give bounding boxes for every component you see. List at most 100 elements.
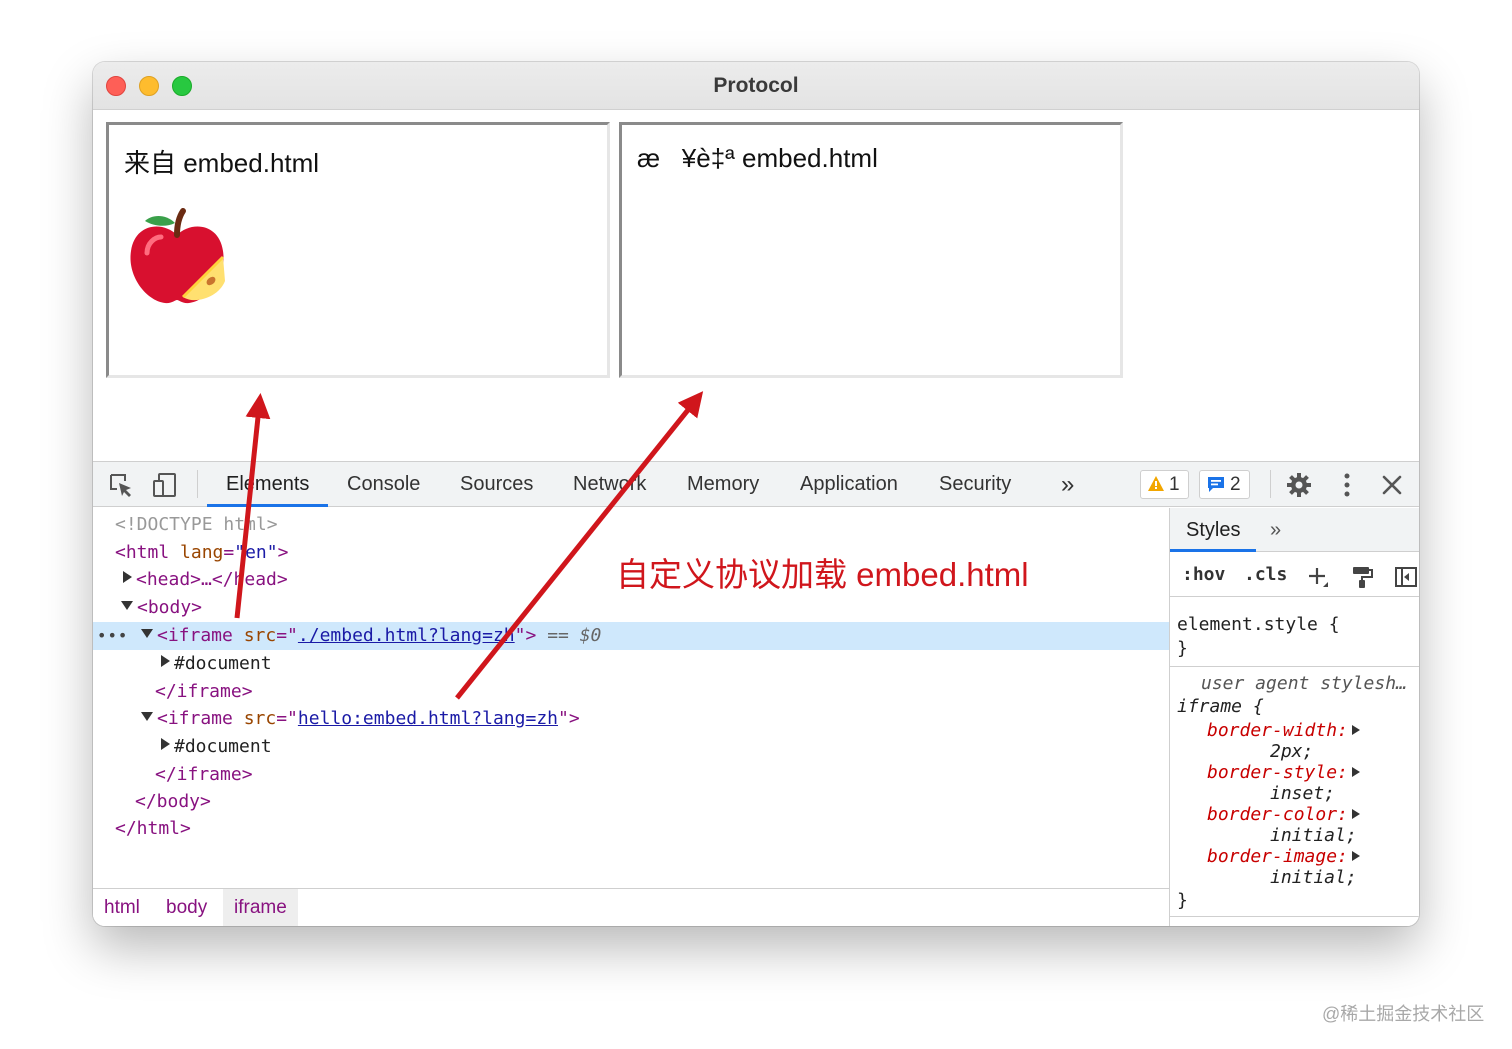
- iframe-close-tag: </iframe>: [155, 681, 253, 702]
- iframe-relative-embed: 来自 embed.html: [106, 122, 610, 378]
- dom-body-open[interactable]: <body>: [93, 594, 1169, 622]
- dom-iframe-2-close[interactable]: </iframe>: [93, 761, 1169, 789]
- value-border-style: inset;: [1270, 783, 1336, 804]
- breadcrumb-iframe[interactable]: iframe: [223, 889, 298, 926]
- tab-styles[interactable]: Styles: [1170, 508, 1257, 552]
- prop-name: border-image:: [1207, 846, 1348, 867]
- iframe-1-text: 来自 embed.html: [124, 148, 320, 178]
- expand-arrow-icon[interactable]: [161, 655, 170, 667]
- page-content: 来自 embed.html æ ¥è‡ª embed.html: [93, 110, 1419, 461]
- iframe-2-text: æ ¥è‡ª embed.html: [637, 143, 878, 173]
- styles-more-button[interactable]: »: [1270, 519, 1281, 542]
- title-bar: Protocol: [93, 62, 1419, 110]
- dom-html-close[interactable]: </html>: [93, 815, 1169, 843]
- expand-arrow-icon[interactable]: [161, 738, 170, 750]
- prop-name: border-style:: [1207, 762, 1348, 783]
- dom-iframe-2[interactable]: <iframe src="hello:embed.html?lang=zh">: [93, 705, 1169, 733]
- dom-doctype[interactable]: <!DOCTYPE html>: [93, 511, 1169, 539]
- document-node: #document: [174, 736, 272, 757]
- tab-memory[interactable]: Memory: [668, 462, 778, 507]
- tab-sources[interactable]: Sources: [441, 462, 552, 507]
- more-tabs-button[interactable]: »: [1042, 462, 1093, 507]
- iframe-tag: <iframe: [157, 625, 233, 646]
- breadcrumb-html[interactable]: html: [93, 889, 151, 926]
- expand-arrow-icon[interactable]: [123, 571, 132, 583]
- value-border-image: initial;: [1270, 867, 1357, 888]
- iframe-close-tag: </iframe>: [155, 764, 253, 785]
- tab-network[interactable]: Network: [554, 462, 665, 507]
- html-tag: <html: [115, 542, 170, 563]
- messages-badge[interactable]: 2: [1199, 470, 1250, 499]
- window-title: Protocol: [713, 74, 799, 97]
- lang-attr: lang: [180, 542, 224, 563]
- watermark: @稀土掘金技术社区: [1322, 1004, 1485, 1024]
- dom-document-2[interactable]: #document: [93, 733, 1169, 761]
- iframe-1-src-link[interactable]: ./embed.html?lang=zh: [298, 625, 515, 646]
- device-toolbar-icon[interactable]: [151, 471, 179, 499]
- html-close-tag: </html>: [115, 818, 191, 839]
- collapse-arrow-icon[interactable]: [121, 601, 133, 610]
- add-rule-icon[interactable]: [1306, 565, 1328, 587]
- hover-state-button[interactable]: :hov: [1182, 564, 1225, 585]
- expand-arrow-icon[interactable]: [1351, 767, 1360, 777]
- warnings-badge[interactable]: 1: [1140, 470, 1189, 499]
- rule-close-brace: }: [1177, 638, 1188, 659]
- settings-gear-icon[interactable]: [1285, 471, 1313, 499]
- inspect-element-icon[interactable]: [107, 471, 135, 499]
- iframe-tag: <iframe: [157, 708, 233, 729]
- expand-arrow-icon[interactable]: [1351, 809, 1360, 819]
- tab-elements[interactable]: Elements: [207, 462, 329, 507]
- src-attr: src: [243, 625, 277, 646]
- dom-body-close[interactable]: </body>: [93, 788, 1169, 816]
- dom-iframe-1-close[interactable]: </iframe>: [93, 678, 1169, 706]
- rule-border-style[interactable]: border-style:: [1207, 762, 1360, 783]
- tab-console[interactable]: Console: [328, 462, 439, 507]
- value-border-color: initial;: [1270, 825, 1357, 846]
- messages-count: 2: [1230, 474, 1241, 495]
- iframe-tag-end: ">: [558, 708, 580, 729]
- warnings-count: 1: [1169, 474, 1180, 495]
- rule-border-width[interactable]: border-width:: [1207, 720, 1360, 741]
- prop-name: border-width:: [1207, 720, 1348, 741]
- rule-border-color[interactable]: border-color:: [1207, 804, 1360, 825]
- head-tag: <head>…</head>: [136, 569, 288, 590]
- collapse-arrow-icon[interactable]: [141, 629, 153, 638]
- devtools-toolbar: Elements Console Sources Network Memory …: [93, 462, 1419, 507]
- iframe-2-src-link[interactable]: hello:embed.html?lang=zh: [298, 708, 558, 729]
- toolbar-divider: [197, 470, 198, 498]
- apple-icon: [130, 208, 225, 304]
- dom-iframe-1-selected[interactable]: ••• <iframe src="./embed.html?lang=zh"> =…: [93, 622, 1169, 650]
- warning-icon: [1148, 476, 1164, 491]
- node-actions-icon[interactable]: •••: [97, 622, 128, 650]
- body-close-tag: </body>: [135, 791, 211, 812]
- tab-security[interactable]: Security: [920, 462, 1030, 507]
- rule-divider: [1170, 666, 1419, 667]
- element-style-rule[interactable]: element.style {: [1177, 614, 1340, 635]
- annotation-label: 自定义协议加载 embed.html: [616, 556, 1029, 593]
- breadcrumb-body[interactable]: body: [155, 889, 218, 926]
- html-tag-end: >: [277, 542, 289, 563]
- expand-arrow-icon[interactable]: [1351, 851, 1360, 861]
- message-icon: [1208, 477, 1224, 492]
- styles-toolbar: :hov .cls: [1170, 553, 1419, 597]
- document-node: #document: [174, 653, 272, 674]
- rule-close-brace: }: [1177, 890, 1188, 911]
- rule-border-image[interactable]: border-image:: [1207, 846, 1360, 867]
- tab-application[interactable]: Application: [781, 462, 917, 507]
- toggle-sidebar-icon[interactable]: [1394, 565, 1418, 589]
- lang-value: "en": [234, 542, 278, 563]
- more-options-icon[interactable]: [1333, 471, 1361, 499]
- devtools-panel: Elements Console Sources Network Memory …: [93, 461, 1419, 926]
- iframe-selector: iframe {: [1177, 696, 1264, 717]
- close-devtools-icon[interactable]: [1378, 471, 1406, 499]
- collapse-arrow-icon[interactable]: [141, 712, 153, 721]
- paint-brush-icon[interactable]: [1350, 565, 1374, 589]
- dom-document-1[interactable]: #document: [93, 650, 1169, 678]
- src-attr: src: [243, 708, 277, 729]
- doctype-text: <!DOCTYPE html>: [115, 514, 278, 535]
- class-toggle-button[interactable]: .cls: [1244, 564, 1287, 585]
- value-border-width: 2px;: [1270, 741, 1314, 762]
- iframe-tag-end: ">: [514, 625, 537, 646]
- body-tag: <body>: [137, 597, 203, 618]
- expand-arrow-icon[interactable]: [1351, 725, 1360, 735]
